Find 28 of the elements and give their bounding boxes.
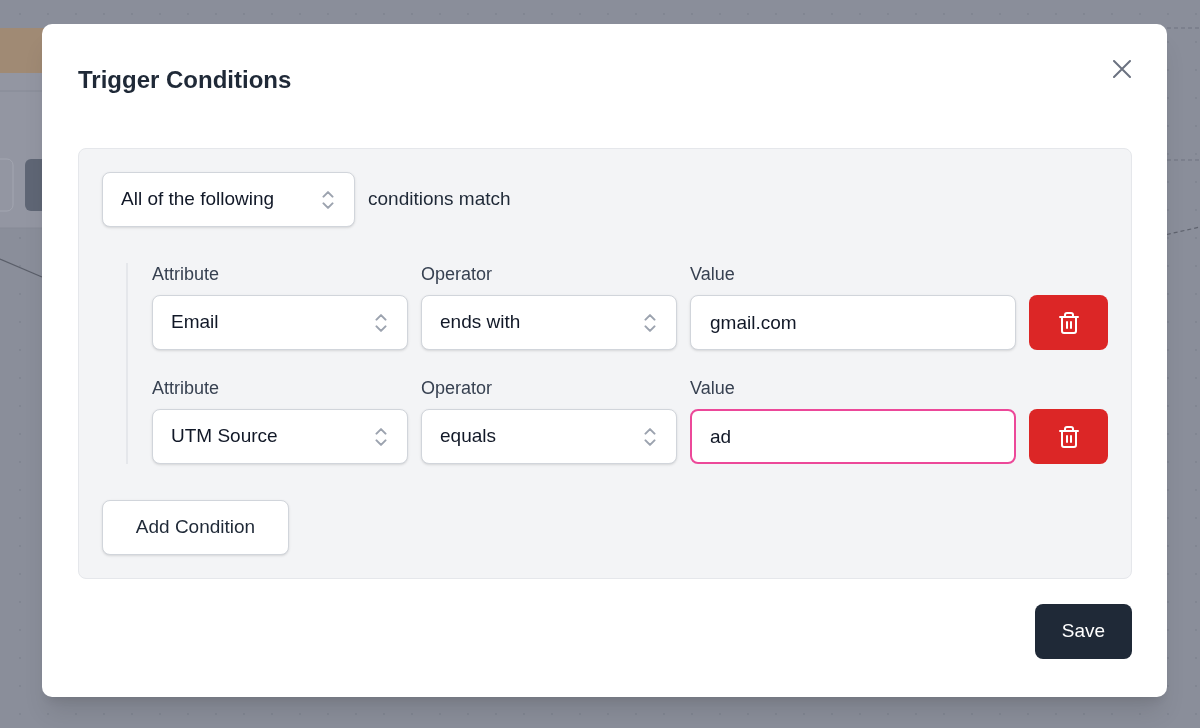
- delete-condition-button[interactable]: [1029, 295, 1108, 350]
- chevron-up-down-icon: [644, 313, 656, 332]
- value-input[interactable]: gmail.com: [690, 295, 1016, 350]
- add-condition-button[interactable]: Add Condition: [102, 500, 289, 555]
- field-label: Operator: [421, 377, 494, 399]
- delete-condition-button[interactable]: [1029, 409, 1108, 464]
- attribute-select[interactable]: Email: [152, 295, 408, 350]
- chevron-up-down-icon: [375, 313, 387, 332]
- close-button[interactable]: [1112, 59, 1132, 79]
- chevron-up-down-icon: [375, 427, 387, 446]
- field-label: Value: [690, 377, 736, 399]
- save-button[interactable]: Save: [1035, 604, 1132, 659]
- dialog-title: Trigger Conditions: [78, 65, 292, 95]
- operator-select[interactable]: ends with: [421, 295, 677, 350]
- field-label: Attribute: [152, 263, 221, 285]
- chevron-up-down-icon: [644, 427, 656, 446]
- field-label: Operator: [421, 263, 494, 285]
- match-suffix-label: conditions match: [368, 187, 511, 212]
- field-label: Value: [690, 263, 736, 285]
- match-mode-select[interactable]: All of the following: [102, 172, 355, 227]
- close-icon: [1113, 60, 1131, 78]
- operator-select[interactable]: equals: [421, 409, 677, 464]
- trash-icon: [1058, 311, 1079, 334]
- trash-icon: [1058, 425, 1079, 448]
- field-label: Attribute: [152, 377, 221, 399]
- attribute-select[interactable]: UTM Source: [152, 409, 408, 464]
- value-input[interactable]: ad: [690, 409, 1016, 464]
- chevron-up-down-icon: [322, 190, 334, 209]
